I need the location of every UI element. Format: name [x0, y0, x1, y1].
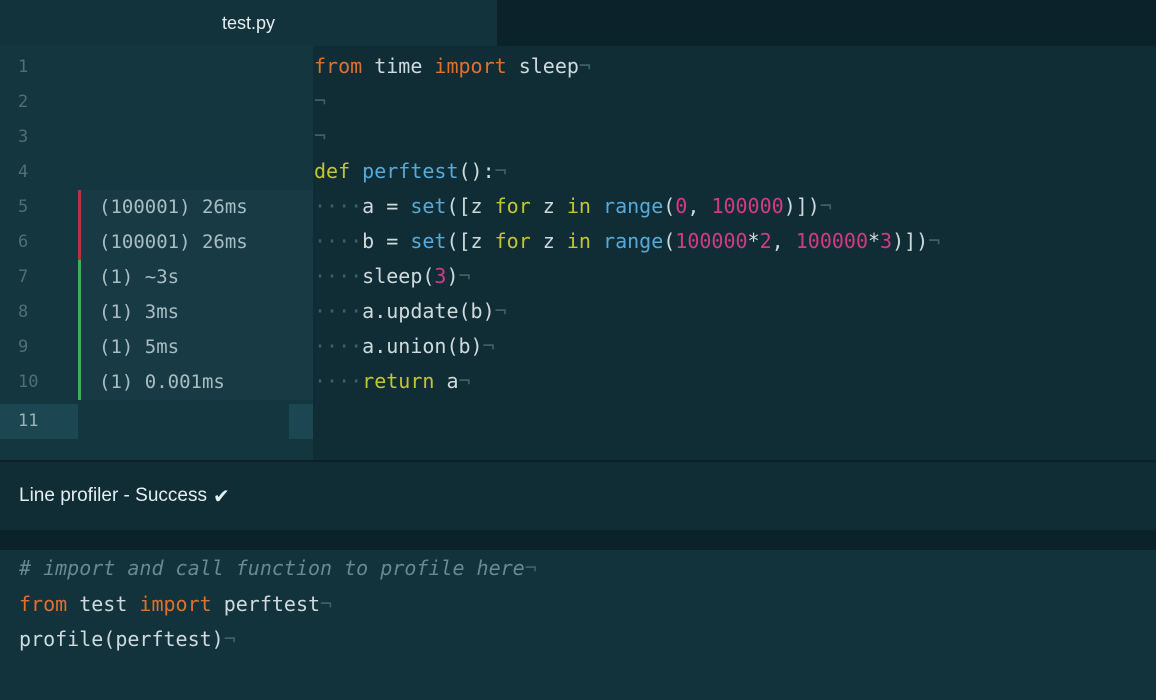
code-line[interactable]: def perftest():¬ — [314, 154, 507, 189]
line-number: 7 — [18, 267, 29, 287]
line-number-current: 11 — [0, 404, 78, 439]
code-line[interactable]: ····sleep(3)¬ — [314, 259, 471, 294]
tab-test-py[interactable]: test.py — [0, 0, 497, 46]
panel-title: Line profiler - Success — [19, 485, 207, 506]
panel-gap — [0, 530, 1156, 550]
gutter: 1 2 3 4 5 6 7 8 9 10 11 (100001) 26ms (1… — [0, 46, 313, 460]
console-line[interactable]: profile(perftest)¬ — [19, 622, 236, 657]
code-line[interactable]: from time import sleep¬ — [314, 49, 591, 84]
code-line[interactable]: ····a.update(b)¬ — [314, 294, 507, 329]
profile-annotation: (1) 3ms — [78, 295, 313, 330]
profiler-panel-header: Line profiler - Success ✔ — [0, 462, 1156, 530]
code-line[interactable]: ····return a¬ — [314, 364, 471, 399]
line-number: 2 — [18, 92, 29, 112]
line-number: 10 — [18, 372, 39, 392]
line-number: 4 — [18, 162, 29, 182]
line-number: 9 — [18, 337, 29, 357]
profile-annotation: (1) ~3s — [78, 260, 313, 295]
console-line[interactable]: from test import perftest¬ — [19, 587, 332, 622]
line-number: 5 — [18, 197, 29, 217]
code-line[interactable]: ····a.union(b)¬ — [314, 329, 495, 364]
line-number: 3 — [18, 127, 29, 147]
tab-bar: test.py — [0, 0, 1156, 46]
line-number: 8 — [18, 302, 29, 322]
code-line[interactable]: ¬ — [314, 119, 326, 154]
profile-annotation: (1) 0.001ms — [78, 365, 313, 400]
line-number: 1 — [18, 57, 29, 77]
code-editor[interactable]: 1 2 3 4 5 6 7 8 9 10 11 (100001) 26ms (1… — [0, 46, 1156, 460]
cursor-line-highlight — [289, 404, 313, 439]
profile-annotation: (100001) 26ms — [78, 190, 313, 225]
profile-annotation: (100001) 26ms — [78, 225, 313, 260]
code-line[interactable]: ····a = set([z for z in range(0, 100000)… — [314, 189, 832, 224]
profile-input-editor[interactable]: # import and call function to profile he… — [0, 550, 1156, 700]
code-line[interactable]: ¬ — [314, 84, 326, 119]
tab-label: test.py — [221, 12, 276, 33]
check-icon: ✔ — [212, 485, 230, 508]
line-number: 6 — [18, 232, 29, 252]
console-line[interactable]: # import and call function to profile he… — [19, 551, 537, 586]
code-line[interactable]: ····b = set([z for z in range(100000*2, … — [314, 224, 940, 259]
profile-annotation: (1) 5ms — [78, 330, 313, 365]
